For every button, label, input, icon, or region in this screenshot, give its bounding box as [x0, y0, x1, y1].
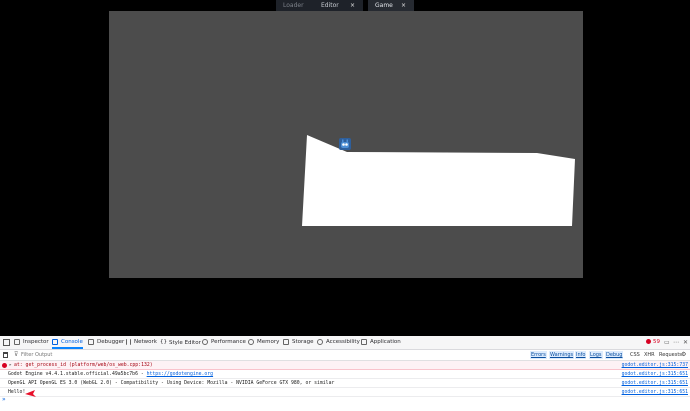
tab-label: Memory [257, 339, 280, 345]
element-picker-icon[interactable] [3, 339, 10, 346]
performance-icon [202, 338, 208, 345]
close-icon[interactable]: × [401, 0, 406, 11]
network-icon [126, 338, 131, 345]
storage-icon [283, 338, 289, 345]
debugger-icon [88, 338, 94, 345]
braces-icon: {} [160, 339, 167, 345]
trash-icon[interactable] [3, 352, 8, 358]
tab-label: Console [61, 339, 83, 345]
tab-performance[interactable]: Performance [202, 336, 246, 349]
tab-bar: Loader Editor × Game × [0, 0, 690, 11]
filter-css-button[interactable]: CSS [629, 351, 641, 359]
log-message: Godot Engine v4.4.1.stable.official.49a5… [8, 370, 213, 378]
filter-requests-button[interactable]: Requests [658, 351, 683, 359]
tab-label: Style Editor [169, 340, 201, 346]
memory-icon [248, 338, 254, 345]
tab-memory[interactable]: Memory [248, 336, 279, 349]
tab-label: Loader [283, 2, 304, 9]
filter-input[interactable] [21, 351, 321, 359]
console-log-row: Godot Engine v4.4.1.stable.official.49a5… [0, 370, 690, 379]
log-message: at: get_process_id (platform/web/os_web.… [14, 363, 153, 368]
filter-xhr-button[interactable]: XHR [643, 351, 656, 359]
tab-label: Storage [292, 339, 314, 345]
log-message: Hello! [8, 390, 26, 395]
tab-label: Network [134, 339, 157, 345]
tab-application[interactable]: Application [361, 336, 401, 349]
filter-debug-button[interactable]: Debug [605, 351, 624, 359]
console-filter-bar: ⊽ Errors Warnings Info Logs Debug CSS XH… [0, 350, 690, 361]
console-input-row[interactable]: » [0, 396, 690, 403]
tab-style-editor[interactable]: {} Style Editor [160, 336, 201, 349]
tab-game[interactable]: Game × [368, 0, 414, 11]
red-arrow-icon [25, 390, 36, 397]
filter-warnings-button[interactable]: Warnings [549, 351, 575, 359]
filter-errors-button[interactable]: Errors [530, 351, 547, 359]
log-source-link[interactable]: godot.editor.js:315:651 [622, 388, 688, 396]
tab-label: Accessibility [326, 339, 360, 345]
dock-options-icon[interactable]: ▭ [664, 336, 670, 349]
settings-icon[interactable]: ⚙ [681, 351, 686, 359]
devtools-toolbar: Inspector Console Debugger Network {} Sty… [0, 336, 690, 350]
tab-label: Performance [211, 339, 246, 345]
tab-console[interactable]: Console [52, 336, 83, 349]
console-log-row: OpenGL API OpenGL ES 3.0 (WebGL 2.0) - C… [0, 379, 690, 388]
godot-icon [339, 138, 351, 150]
console-error-row[interactable]: ▸ at: get_process_id (platform/web/os_we… [0, 361, 690, 370]
filter-logs-button[interactable]: Logs [589, 351, 603, 359]
devtools-panel: Inspector Console Debugger Network {} Sty… [0, 336, 690, 411]
prompt-chevron-icon: » [2, 396, 6, 403]
accessibility-icon [317, 338, 323, 345]
filter-icon: ⊽ [14, 351, 19, 358]
error-count: 59 [653, 339, 660, 345]
godot-website-link[interactable]: https://godotengine.org [147, 372, 213, 377]
tab-storage[interactable]: Storage [283, 336, 314, 349]
expand-arrow-icon[interactable]: ▸ [9, 361, 12, 369]
close-icon[interactable]: × [350, 0, 355, 11]
tab-label: Application [370, 339, 401, 345]
log-message: OpenGL API OpenGL ES 3.0 (WebGL 2.0) - C… [8, 381, 335, 386]
console-log-row: Hello! godot.editor.js:315:651 [0, 388, 690, 397]
more-options-icon[interactable]: ⋯ [673, 336, 679, 349]
error-icon [646, 339, 651, 344]
tab-label: Game [375, 2, 393, 9]
tab-label: Debugger [97, 339, 125, 345]
log-source-link[interactable]: godot.editor.js:315:651 [622, 370, 688, 378]
tab-accessibility[interactable]: Accessibility [317, 336, 360, 349]
filter-info-button[interactable]: Info [575, 351, 587, 359]
error-icon [2, 363, 7, 368]
game-scene [302, 135, 575, 226]
application-icon [361, 338, 367, 345]
log-text: Godot Engine v4.4.1.stable.official.49a5… [8, 372, 147, 377]
inspector-icon [14, 338, 20, 345]
tab-inspector[interactable]: Inspector [14, 336, 49, 349]
tab-network[interactable]: Network [126, 336, 157, 349]
error-count-badge[interactable]: 59 [646, 336, 660, 349]
tab-editor[interactable]: Editor × [314, 0, 363, 11]
log-source-link[interactable]: godot.editor.js:315:737 [622, 361, 688, 369]
close-icon[interactable]: ✕ [683, 336, 688, 349]
console-icon [52, 338, 58, 345]
game-viewport[interactable] [109, 11, 583, 278]
tab-label: Inspector [23, 339, 49, 345]
log-source-link[interactable]: godot.editor.js:315:651 [622, 379, 688, 387]
tab-loader[interactable]: Loader [276, 0, 314, 11]
tab-debugger[interactable]: Debugger [88, 336, 124, 349]
tab-label: Editor [321, 2, 339, 9]
